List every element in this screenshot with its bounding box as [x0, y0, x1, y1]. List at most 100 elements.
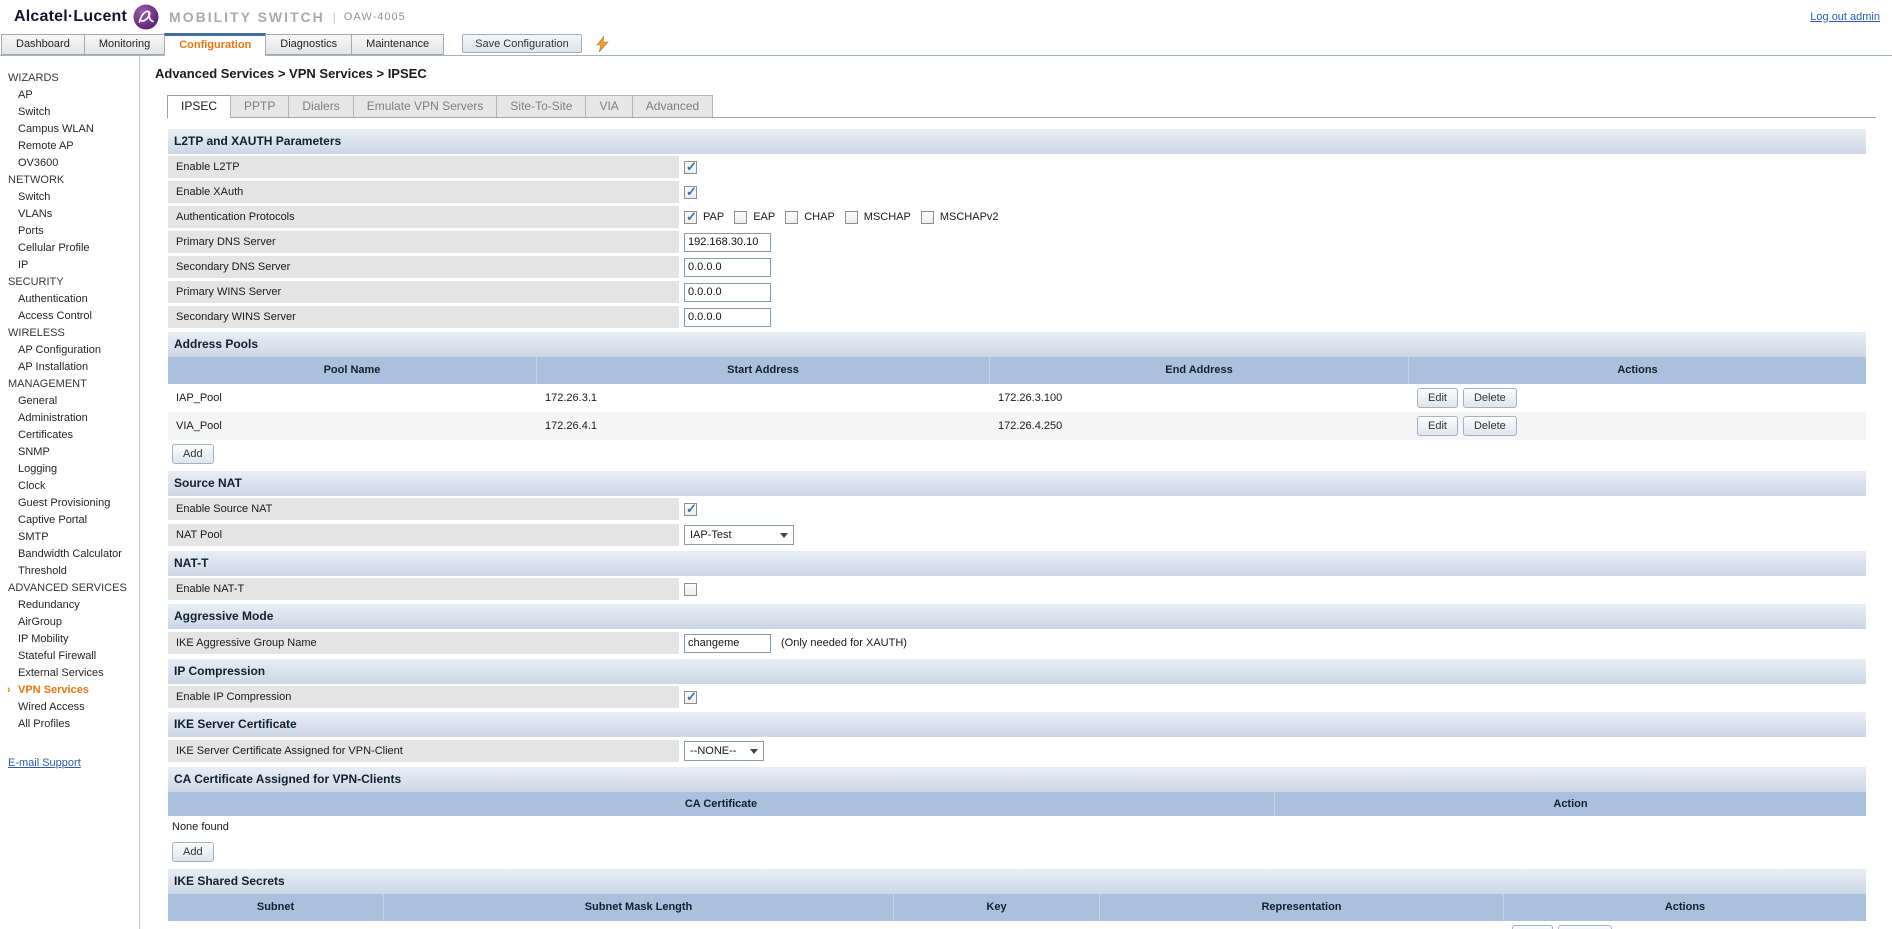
sidebar-item-vpn-services[interactable]: VPN Services	[0, 682, 139, 699]
logout-link[interactable]: Log out admin	[1810, 11, 1880, 23]
section-ike-shared-secrets-title: IKE Shared Secrets	[168, 869, 1866, 894]
end-address-cell: 172.26.4.250	[990, 412, 1409, 440]
sidebar-item-logging[interactable]: Logging	[0, 461, 139, 478]
sidebar-item-airgroup[interactable]: AirGroup	[0, 614, 139, 631]
brand-logo-text: Alcatel·Lucent	[14, 8, 127, 26]
start-address-cell: 172.26.3.1	[537, 384, 990, 412]
subtab-via[interactable]: VIA	[585, 95, 632, 117]
sidebar-group-security: SECURITY	[0, 274, 139, 291]
sidebar-item-guest-provisioning[interactable]: Guest Provisioning	[0, 495, 139, 512]
ike-server-cert-select[interactable]: --NONE--	[684, 741, 764, 761]
sidebar-item-captive-portal[interactable]: Captive Portal	[0, 512, 139, 529]
sidebar-item-stateful-firewall[interactable]: Stateful Firewall	[0, 648, 139, 665]
enable-xauth-checkbox[interactable]	[684, 186, 697, 199]
sidebar-item-threshold[interactable]: Threshold	[0, 563, 139, 580]
sidebar-item-general[interactable]: General	[0, 393, 139, 410]
ike-shared-secret-row: 0.0.0.0 0 ******** Text-based Edit Delet…	[168, 921, 1866, 929]
sidebar-item-campus-wlan[interactable]: Campus WLAN	[0, 121, 139, 138]
address-pools-header: Pool Name Start Address End Address Acti…	[168, 357, 1866, 384]
sidebar-item-ov3600[interactable]: OV3600	[0, 155, 139, 172]
nat-pool-select[interactable]: IAP-Test	[684, 525, 794, 545]
enable-source-nat-checkbox[interactable]	[684, 503, 697, 516]
subtab-dialers[interactable]: Dialers	[288, 95, 353, 117]
enable-nat-t-checkbox[interactable]	[684, 583, 697, 596]
sidebar-item-ip[interactable]: IP	[0, 257, 139, 274]
sidebar-item-vlans[interactable]: VLANs	[0, 206, 139, 223]
sidebar-item-ap[interactable]: AP	[0, 87, 139, 104]
mschap-checkbox[interactable]	[845, 211, 858, 224]
sidebar-item-switch-wizard[interactable]: Switch	[0, 104, 139, 121]
key-cell: ********	[894, 921, 1100, 929]
edit-pool-button[interactable]: Edit	[1417, 388, 1458, 408]
primary-wins-input[interactable]	[684, 283, 771, 302]
chap-checkbox[interactable]	[785, 211, 798, 224]
sidebar-item-certificates[interactable]: Certificates	[0, 427, 139, 444]
sidebar-item-switch[interactable]: Switch	[0, 189, 139, 206]
save-configuration-button[interactable]: Save Configuration	[462, 34, 582, 53]
vpn-subtabs: IPSEC PPTP Dialers Emulate VPN Servers S…	[168, 95, 1876, 118]
sidebar-item-redundancy[interactable]: Redundancy	[0, 597, 139, 614]
subtab-pptp[interactable]: PPTP	[230, 95, 289, 117]
sidebar-item-smtp[interactable]: SMTP	[0, 529, 139, 546]
mschapv2-checkbox[interactable]	[921, 211, 934, 224]
email-support-link[interactable]: E-mail Support	[8, 757, 81, 769]
add-ca-cert-button[interactable]: Add	[172, 842, 214, 862]
secondary-wins-input[interactable]	[684, 308, 771, 327]
sidebar-item-all-profiles[interactable]: All Profiles	[0, 716, 139, 733]
primary-wins-label: Primary WINS Server	[168, 281, 679, 303]
tab-diagnostics[interactable]: Diagnostics	[265, 34, 352, 55]
sidebar-item-access-control[interactable]: Access Control	[0, 308, 139, 325]
sidebar-item-external-services[interactable]: External Services	[0, 665, 139, 682]
col-ca-certificate: CA Certificate	[168, 792, 1275, 816]
enable-ip-compression-checkbox[interactable]	[684, 691, 697, 704]
subtab-site-to-site[interactable]: Site-To-Site	[496, 95, 586, 117]
secondary-dns-input[interactable]	[684, 258, 771, 277]
sidebar-item-cellular-profile[interactable]: Cellular Profile	[0, 240, 139, 257]
delete-shared-secret-button[interactable]: Delete	[1558, 925, 1612, 929]
tab-monitoring[interactable]: Monitoring	[84, 34, 165, 55]
device-model: OAW-4005	[344, 11, 406, 23]
eap-checkbox[interactable]	[734, 211, 747, 224]
sidebar-group-wireless: WIRELESS	[0, 325, 139, 342]
ike-server-cert-selected-value: --NONE--	[690, 745, 736, 757]
tab-dashboard[interactable]: Dashboard	[1, 34, 85, 55]
sidebar-item-remote-ap[interactable]: Remote AP	[0, 138, 139, 155]
subtab-ipsec[interactable]: IPSEC	[167, 95, 231, 118]
sidebar-item-ports[interactable]: Ports	[0, 223, 139, 240]
ike-aggressive-group-name-input[interactable]	[684, 634, 771, 653]
enable-l2tp-checkbox[interactable]	[684, 161, 697, 174]
app-header: Alcatel·Lucent MOBILITY SWITCH | OAW-400…	[0, 0, 1892, 33]
tab-configuration[interactable]: Configuration	[164, 33, 266, 56]
add-pool-button[interactable]: Add	[172, 444, 214, 464]
nat-pool-label: NAT Pool	[168, 524, 679, 546]
sidebar-item-bandwidth-calculator[interactable]: Bandwidth Calculator	[0, 546, 139, 563]
sidebar-nav: WIZARDS AP Switch Campus WLAN Remote AP …	[0, 56, 140, 929]
start-address-cell: 172.26.4.1	[537, 412, 990, 440]
edit-pool-button[interactable]: Edit	[1417, 416, 1458, 436]
section-ip-compression-title: IP Compression	[168, 659, 1866, 684]
sidebar-item-ap-installation[interactable]: AP Installation	[0, 359, 139, 376]
delete-pool-button[interactable]: Delete	[1463, 416, 1517, 436]
sidebar-item-administration[interactable]: Administration	[0, 410, 139, 427]
sidebar-item-wired-access[interactable]: Wired Access	[0, 699, 139, 716]
pap-checkbox[interactable]	[684, 211, 697, 224]
tab-maintenance[interactable]: Maintenance	[351, 34, 444, 55]
alcatel-lucent-logo-icon	[133, 4, 159, 30]
col-end-address: End Address	[990, 357, 1409, 384]
ike-server-cert-label: IKE Server Certificate Assigned for VPN-…	[168, 740, 679, 762]
mschap-label: MSCHAP	[864, 211, 911, 223]
sidebar-item-snmp[interactable]: SNMP	[0, 444, 139, 461]
sidebar-item-clock[interactable]: Clock	[0, 478, 139, 495]
sidebar-item-ip-mobility[interactable]: IP Mobility	[0, 631, 139, 648]
representation-cell: Text-based	[1100, 921, 1504, 929]
end-address-cell: 172.26.3.100	[990, 384, 1409, 412]
product-title: MOBILITY SWITCH	[169, 9, 325, 25]
subtab-emulate-vpn-servers[interactable]: Emulate VPN Servers	[353, 95, 498, 117]
subtab-advanced[interactable]: Advanced	[632, 95, 713, 117]
edit-shared-secret-button[interactable]: Edit	[1512, 925, 1553, 929]
delete-pool-button[interactable]: Delete	[1463, 388, 1517, 408]
sidebar-item-ap-configuration[interactable]: AP Configuration	[0, 342, 139, 359]
primary-dns-input[interactable]	[684, 233, 771, 252]
title-separator: |	[333, 10, 336, 24]
sidebar-item-authentication[interactable]: Authentication	[0, 291, 139, 308]
